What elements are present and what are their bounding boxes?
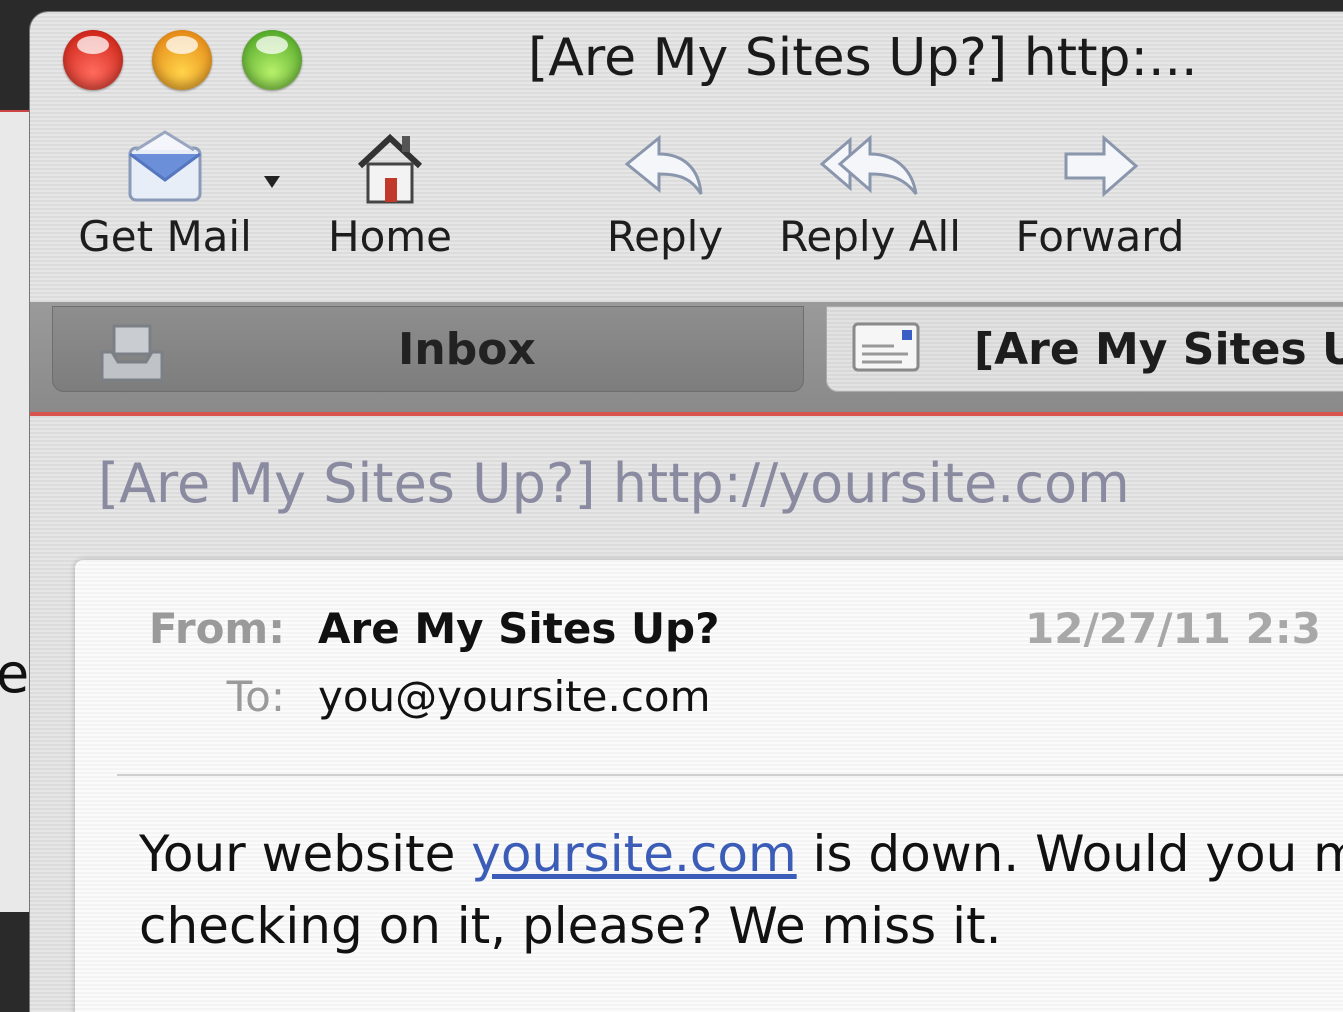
toolbar: Get Mail Home Reply Reply All Forward xyxy=(30,130,1343,300)
tab-inbox-label: Inbox xyxy=(398,324,536,375)
forward-button[interactable]: Forward xyxy=(1010,130,1190,261)
house-icon xyxy=(357,133,423,204)
reply-arrow-icon xyxy=(624,134,703,195)
zoom-window-button[interactable] xyxy=(242,30,302,90)
from-label: From: xyxy=(148,604,285,653)
body-line-2: checking on it, please? We miss it. xyxy=(139,897,1002,955)
reply-all-arrow-icon xyxy=(820,134,918,195)
message-subject: [Are My Sites Up?] http://yoursite.com xyxy=(98,452,1130,515)
tab-message-label: [Are My Sites U xyxy=(974,324,1343,375)
close-window-button[interactable] xyxy=(63,30,123,90)
to-value[interactable]: you@yoursite.com xyxy=(318,672,711,721)
window-title: [Are My Sites Up?] http:... xyxy=(528,28,1198,88)
home-button[interactable]: Home xyxy=(320,130,460,261)
home-label: Home xyxy=(327,212,453,261)
title-bar[interactable]: [Are My Sites Up?] http:... xyxy=(30,12,1343,122)
minimize-window-button[interactable] xyxy=(152,30,212,90)
forward-arrow-icon xyxy=(1064,134,1139,198)
from-value[interactable]: Are My Sites Up? xyxy=(318,604,719,653)
header-divider xyxy=(117,774,1343,776)
message-card: From: Are My Sites Up? 12/27/11 2:3 To: … xyxy=(75,560,1343,1012)
body-line-1: Your website yoursite.com is down. Would… xyxy=(139,818,1343,890)
letter-icon xyxy=(852,322,920,372)
body-link[interactable]: yoursite.com xyxy=(471,825,796,883)
to-label: To: xyxy=(226,672,285,721)
body-prefix: Your website xyxy=(139,825,472,883)
forward-label: Forward xyxy=(1015,212,1185,261)
message-date: 12/27/11 2:3 xyxy=(1025,604,1321,653)
body-suffix: is down. Would you m xyxy=(796,825,1343,883)
reply-all-label: Reply All xyxy=(779,212,961,261)
reply-all-button[interactable]: Reply All xyxy=(770,130,970,261)
get-mail-button[interactable]: Get Mail xyxy=(70,130,260,261)
mail-window: [Are My Sites Up?] http:... Get Mail Hom… xyxy=(30,12,1343,1012)
inbox-tray-icon xyxy=(100,324,164,382)
envelope-icon xyxy=(128,130,202,202)
message-body: Your website yoursite.com is down. Would… xyxy=(139,818,1343,962)
background-window-text: e xyxy=(0,642,30,705)
get-mail-label: Get Mail xyxy=(78,212,252,261)
tab-inbox[interactable]: Inbox xyxy=(52,306,804,392)
get-mail-dropdown-icon[interactable] xyxy=(264,176,280,188)
reply-label: Reply xyxy=(606,212,724,261)
tab-message[interactable]: [Are My Sites U xyxy=(826,306,1343,392)
reply-button[interactable]: Reply xyxy=(600,130,730,261)
tab-bar: Inbox [Are My Sites U xyxy=(30,302,1343,416)
